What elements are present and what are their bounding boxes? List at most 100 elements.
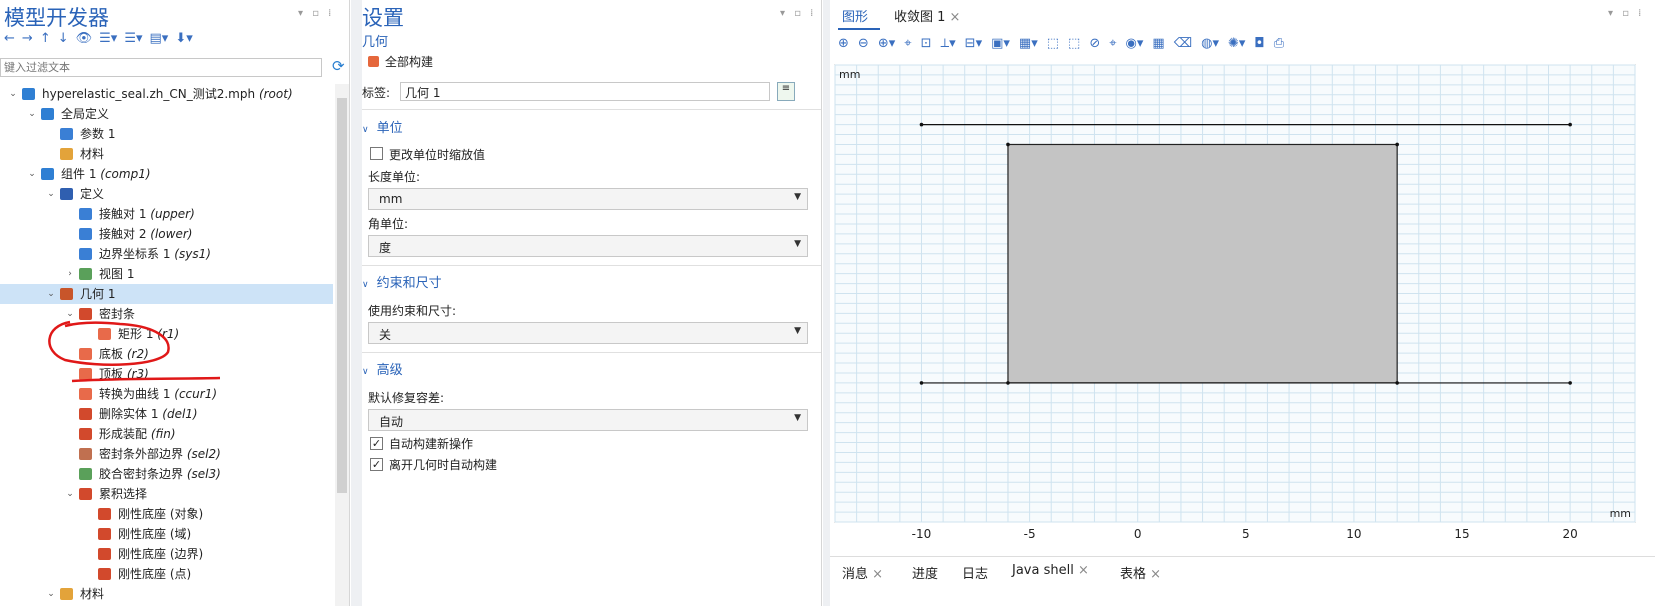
tree-item[interactable]: 删除实体 1 (del1) (0, 404, 333, 424)
pin-icon[interactable]: ⬇▾ (175, 31, 192, 46)
tree-item[interactable]: ⌄ 几何 1 (0, 284, 333, 304)
splitter-left[interactable] (351, 0, 362, 606)
tree-item[interactable]: 刚性底座 (对象) (0, 504, 333, 524)
scene-icon[interactable]: ✺▾ (1228, 36, 1245, 51)
show-icon[interactable]: 👁 (76, 31, 93, 46)
close-icon[interactable]: × (950, 10, 961, 25)
selection-icon[interactable]: ⊟▾ (965, 36, 982, 51)
chevron-down-icon[interactable]: ⌄ (27, 164, 37, 184)
close-icon[interactable]: × (868, 567, 883, 582)
tab-convergence[interactable]: 收敛图 1 × (894, 6, 960, 25)
chevron-down-icon: ∨ (362, 125, 369, 135)
tree-item[interactable]: 材料 (0, 144, 333, 164)
close-icon[interactable]: × (1074, 563, 1089, 578)
show-hidden-icon[interactable]: ⌖ (1109, 36, 1116, 51)
grid-icon[interactable]: ▦ (1152, 36, 1164, 51)
tree-item-tag: (upper) (150, 207, 195, 221)
tree-scroll-thumb[interactable] (337, 98, 347, 493)
tree-item[interactable]: 参数 1 (0, 124, 333, 144)
light-icon[interactable]: ◍▾ (1201, 36, 1219, 51)
bottom-tab[interactable]: 日志 (962, 563, 988, 582)
tree-item[interactable]: › 视图 1 (0, 264, 333, 284)
chevron-down-icon[interactable]: ⌄ (27, 104, 37, 124)
deselect-icon[interactable]: ⬚ (1068, 36, 1080, 51)
label-edit-icon[interactable]: ≡ (777, 82, 795, 101)
bottom-tab[interactable]: 消息 × (842, 563, 883, 582)
angle-unit-select[interactable]: 度 ▼ (368, 235, 808, 257)
auto-build-new-checkbox[interactable]: ✓ (370, 437, 383, 450)
geometry-plot[interactable]: -10-505101520-6-4-20246810121416mmmm (830, 60, 1655, 556)
length-unit-select[interactable]: mm ▼ (368, 188, 808, 210)
tree-item[interactable]: 刚性底座 (边界) (0, 544, 333, 564)
move-down-icon[interactable]: ↓ (58, 31, 69, 46)
move-up-icon[interactable]: ↑ (40, 31, 51, 46)
tree-item[interactable]: ⌄ 材料 (0, 584, 333, 604)
tab-graphics[interactable]: 图形 (842, 6, 868, 25)
select-box-icon[interactable]: ⬚ (1047, 36, 1059, 51)
tree-item[interactable]: 接触对 1 (upper) (0, 204, 333, 224)
tree-item[interactable]: ⌄ 全局定义 (0, 104, 333, 124)
auto-build-leave-checkbox[interactable]: ✓ (370, 458, 383, 471)
chevron-down-icon[interactable]: ⌄ (46, 184, 56, 204)
clear-icon[interactable]: ⌫ (1174, 36, 1192, 51)
tree-item[interactable]: 形成装配 (fin) (0, 424, 333, 444)
collapse-icon[interactable]: ☰▾ (124, 31, 142, 46)
tree-item[interactable]: 边界坐标系 1 (sys1) (0, 244, 333, 264)
tree-options-icon[interactable]: ▤▾ (150, 31, 169, 46)
tree-item[interactable]: ⌄ 定义 (0, 184, 333, 204)
bottom-tab-label: Java shell (1012, 563, 1074, 578)
scale-values-checkbox[interactable] (370, 147, 383, 160)
chevron-right-icon[interactable]: › (65, 264, 75, 284)
axis-icon[interactable]: ⟂▾ (940, 36, 955, 51)
expand-icon[interactable]: ☰▾ (99, 31, 117, 46)
zoom-extents-icon[interactable]: ⊡ (921, 36, 932, 51)
chevron-down-icon[interactable]: ⌄ (46, 584, 56, 604)
filter-input[interactable] (0, 58, 322, 77)
use-constraints-select[interactable]: 关 ▼ (368, 322, 808, 344)
graphics-window-controls[interactable]: ▾ ▫ ⁞ (1608, 8, 1644, 19)
camera-icon[interactable]: ◘ (1254, 36, 1264, 51)
chevron-down-icon[interactable]: ⌄ (46, 284, 56, 304)
tree-item-label: 材料 (80, 584, 104, 604)
tree-item-label: 材料 (80, 144, 104, 164)
tree-scrollbar[interactable] (335, 84, 349, 606)
forward-arrow-icon[interactable]: → (22, 31, 33, 46)
zoom-out-icon[interactable]: ⊖ (858, 36, 869, 51)
tree-item[interactable]: 刚性底座 (域) (0, 524, 333, 544)
tree-item[interactable]: 刚性底座 (点) (0, 564, 333, 584)
bottom-tab[interactable]: 进度 (912, 563, 938, 582)
dropdown-arrow-icon: ▼ (794, 239, 801, 249)
tree-item[interactable]: 胶合密封条边界 (sel3) (0, 464, 333, 484)
tree-item[interactable]: ⌄ 组件 1 (comp1) (0, 164, 333, 184)
repair-tolerance-select[interactable]: 自动 ▼ (368, 409, 808, 431)
settings-window-controls[interactable]: ▾ ▫ ⁞ (780, 8, 816, 19)
zoom-in-icon[interactable]: ⊕ (838, 36, 849, 51)
build-all-button[interactable]: 全部构建 (368, 53, 433, 70)
constraints-section-header[interactable]: ∨ 约束和尺寸 (362, 272, 821, 291)
splitter-right[interactable] (823, 0, 830, 606)
bottom-tab[interactable]: Java shell × (1012, 563, 1089, 578)
label-input[interactable]: 几何 1 (400, 82, 770, 101)
tree-item[interactable]: ⌄ 累积选择 (0, 484, 333, 504)
tree-item[interactable]: 密封条外部边界 (sel2) (0, 444, 333, 464)
advanced-section-title: 高级 (376, 363, 403, 378)
advanced-section-header[interactable]: ∨ 高级 (362, 359, 821, 378)
bottom-tab[interactable]: 表格 × (1120, 563, 1161, 582)
render-icon[interactable]: ▣▾ (991, 36, 1010, 51)
units-section-header[interactable]: ∨ 单位 (362, 117, 821, 136)
zoom-selected-icon[interactable]: ⌖ (904, 36, 911, 51)
zoom-box-icon[interactable]: ⊕▾ (878, 36, 895, 51)
hide-icon[interactable]: ⊘ (1089, 36, 1100, 51)
view-icon[interactable]: ◉▾ (1126, 36, 1144, 51)
close-icon[interactable]: × (1146, 567, 1161, 582)
wireframe-icon[interactable]: ▦▾ (1019, 36, 1038, 51)
length-unit-value: mm (379, 192, 403, 206)
window-controls[interactable]: ▾ ▫ ⁞ (298, 8, 334, 19)
refresh-icon[interactable]: ⟳ (332, 57, 345, 75)
back-arrow-icon[interactable]: ← (4, 31, 15, 46)
chevron-down-icon[interactable]: ⌄ (65, 484, 75, 504)
tree-item[interactable]: ⌄ hyperelastic_seal.zh_CN_测试2.mph (root) (0, 84, 333, 104)
chevron-down-icon[interactable]: ⌄ (8, 84, 18, 104)
print-icon[interactable]: ⎙ (1274, 36, 1284, 51)
tree-item[interactable]: 接触对 2 (lower) (0, 224, 333, 244)
